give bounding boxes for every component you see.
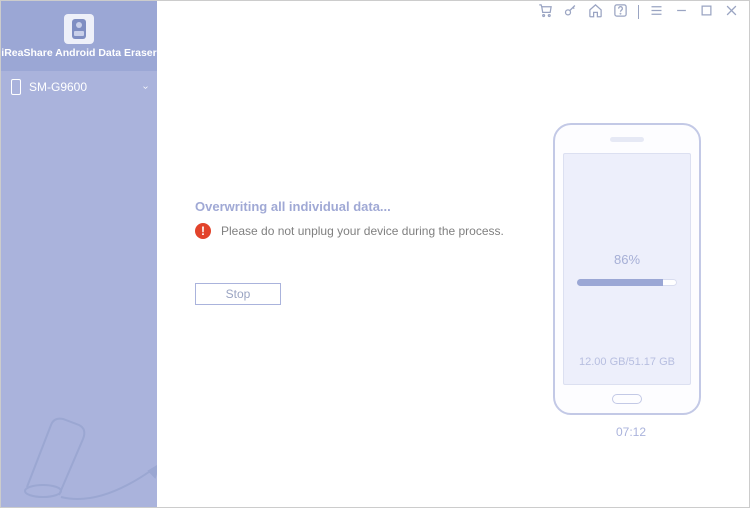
cart-icon[interactable] — [538, 3, 553, 21]
eraser-decoration — [1, 377, 157, 507]
sidebar-header: iReaShare Android Data Eraser — [1, 1, 157, 71]
elapsed-time: 07:12 — [616, 425, 646, 439]
close-icon[interactable] — [724, 3, 739, 21]
phone-home-button — [612, 394, 642, 404]
stop-button[interactable]: Stop — [195, 283, 281, 305]
phone-screen: 86% 12.00 GB/51.17 GB — [563, 153, 691, 385]
sidebar: iReaShare Android Data Eraser SM-G9600 › — [1, 1, 157, 507]
progress-percent: 86% — [614, 252, 640, 267]
progress-fill — [577, 279, 663, 286]
phone-bottom — [555, 385, 699, 413]
device-name: SM-G9600 — [29, 80, 87, 94]
status-title: Overwriting all individual data... — [195, 199, 391, 214]
stop-button-label: Stop — [226, 287, 251, 301]
key-icon[interactable] — [563, 3, 578, 21]
warning-text: Please do not unplug your device during … — [221, 224, 504, 238]
phone-speaker — [610, 137, 644, 142]
phone-top — [555, 125, 699, 153]
sidebar-device-item[interactable]: SM-G9600 › — [1, 71, 157, 103]
titlebar-divider — [638, 5, 639, 19]
storage-label: 12.00 GB/51.17 GB — [579, 356, 675, 368]
progress-bar — [577, 279, 677, 286]
help-icon[interactable] — [613, 3, 628, 21]
phone-preview: 86% 12.00 GB/51.17 GB — [553, 123, 701, 415]
menu-icon[interactable] — [649, 3, 664, 21]
home-icon[interactable] — [588, 3, 603, 21]
phone-icon — [11, 79, 21, 95]
app-name: iReaShare Android Data Eraser — [1, 47, 156, 59]
warning-row: ! Please do not unplug your device durin… — [195, 223, 504, 239]
minimize-icon[interactable] — [674, 3, 689, 21]
app-logo-icon — [64, 14, 94, 44]
chevron-down-icon: › — [140, 85, 151, 88]
main-content: Overwriting all individual data... ! Ple… — [157, 23, 749, 507]
warning-icon: ! — [195, 223, 211, 239]
maximize-icon[interactable] — [699, 3, 714, 21]
